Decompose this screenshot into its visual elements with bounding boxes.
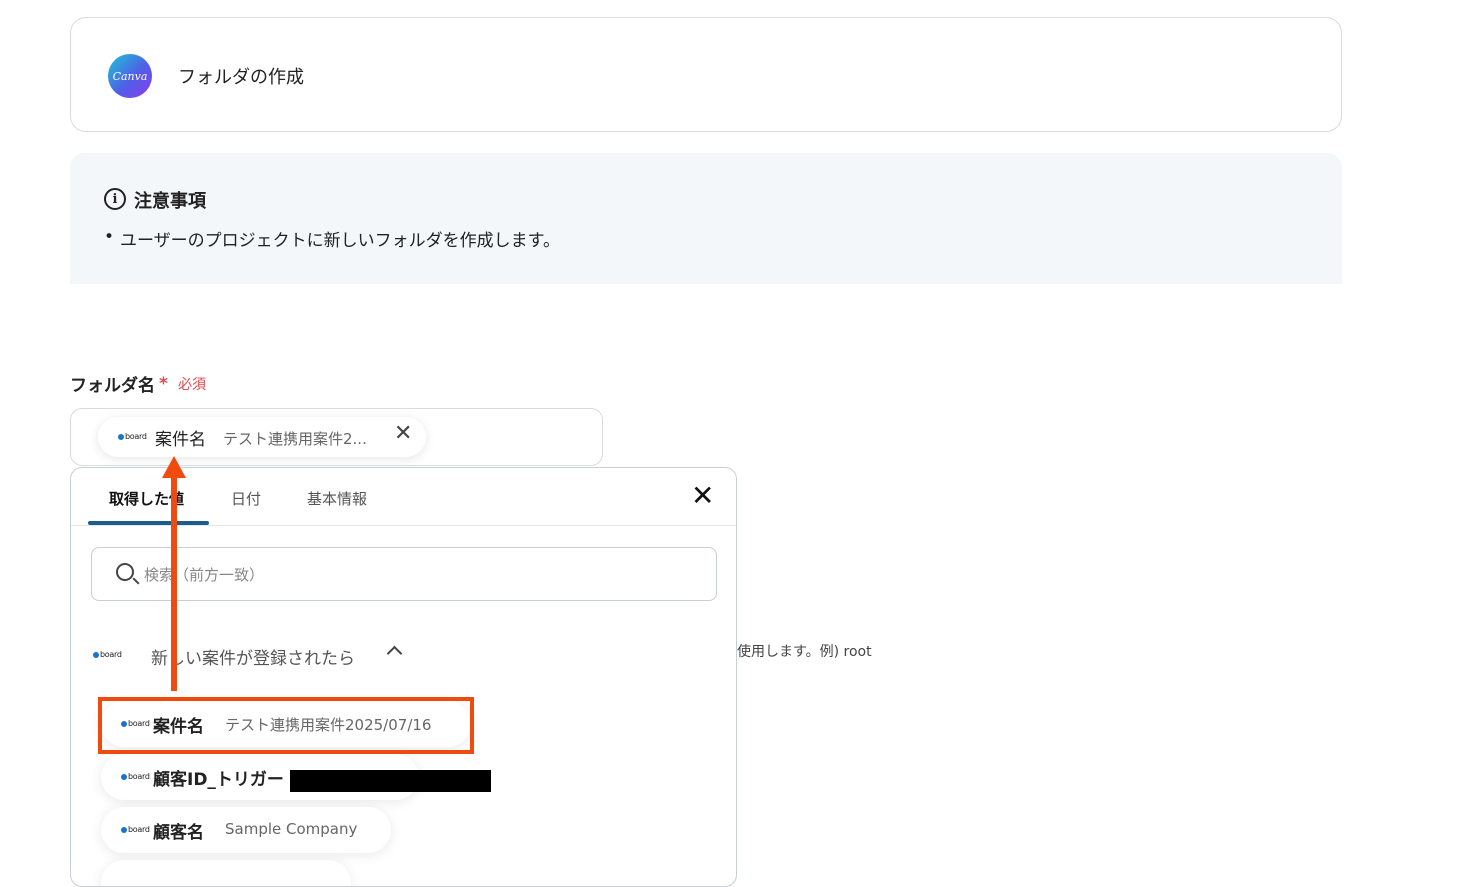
annotation-arrow-head (162, 456, 186, 478)
board-logo-icon: board (121, 825, 150, 834)
option-value: Sample Company (225, 820, 358, 838)
value-chip[interactable]: board 案件名 テスト連携用案件2... ✕ (98, 417, 426, 457)
option-name: 顧客名 (153, 823, 204, 843)
info-icon: i (104, 188, 126, 210)
chip-remove-icon[interactable]: ✕ (394, 423, 412, 445)
option-name: 顧客ID_トリガー (153, 770, 284, 790)
notice-title: 注意事項 (134, 191, 206, 212)
notice-item: ユーザーのプロジェクトに新しいフォルダを作成します。 (120, 231, 560, 251)
board-logo-icon: board (121, 772, 150, 781)
close-icon[interactable]: ✕ (691, 482, 714, 510)
redaction-bar (290, 770, 491, 792)
bullet: • (104, 227, 115, 247)
field-label: フォルダ名 (70, 376, 155, 396)
board-logo-icon: board (93, 650, 122, 659)
action-card: Canva フォルダの作成 (70, 17, 1342, 132)
search-placeholder: 検索（前方一致） (144, 566, 265, 584)
tab-basic-info[interactable]: 基本情報 (307, 488, 367, 509)
chip-value: テスト連携用案件2... (223, 430, 367, 448)
chip-name: 案件名 (155, 430, 206, 450)
notice-box: i 注意事項 • ユーザーのプロジェクトに新しいフォルダを作成します。 (70, 153, 1342, 284)
field-hint: 使用します。例) root (737, 644, 872, 660)
action-title: フォルダの作成 (178, 67, 304, 88)
option-item[interactable] (101, 860, 351, 886)
board-logo-icon: board (118, 432, 147, 441)
annotation-highlight-box (98, 697, 474, 754)
search-icon (116, 563, 134, 581)
chevron-up-icon[interactable] (386, 645, 403, 662)
tab-date[interactable]: 日付 (231, 488, 261, 509)
required-mark: * (159, 374, 168, 394)
group-title: 新しい案件が登録されたら (151, 649, 355, 669)
search-input[interactable]: 検索（前方一致） (91, 547, 717, 601)
required-text: 必須 (178, 377, 206, 393)
option-item[interactable]: board 顧客名 Sample Company (101, 807, 391, 853)
annotation-arrow (171, 474, 177, 691)
canva-logo-icon: Canva (108, 54, 152, 98)
